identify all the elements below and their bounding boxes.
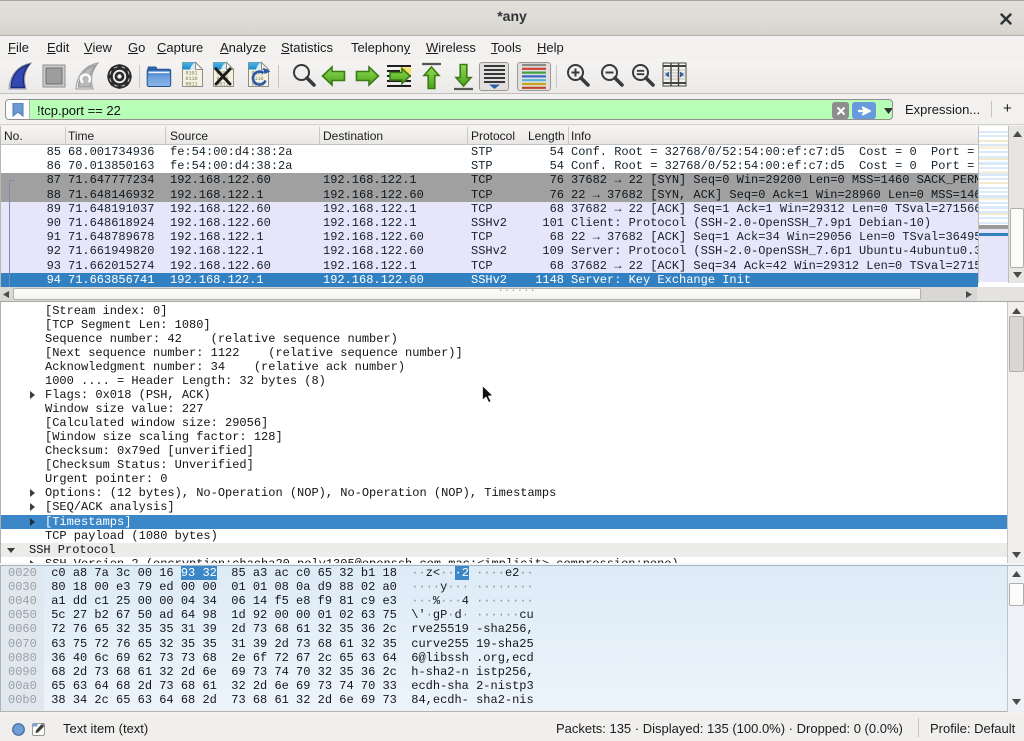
svg-text:0011: 0011 — [186, 82, 198, 88]
